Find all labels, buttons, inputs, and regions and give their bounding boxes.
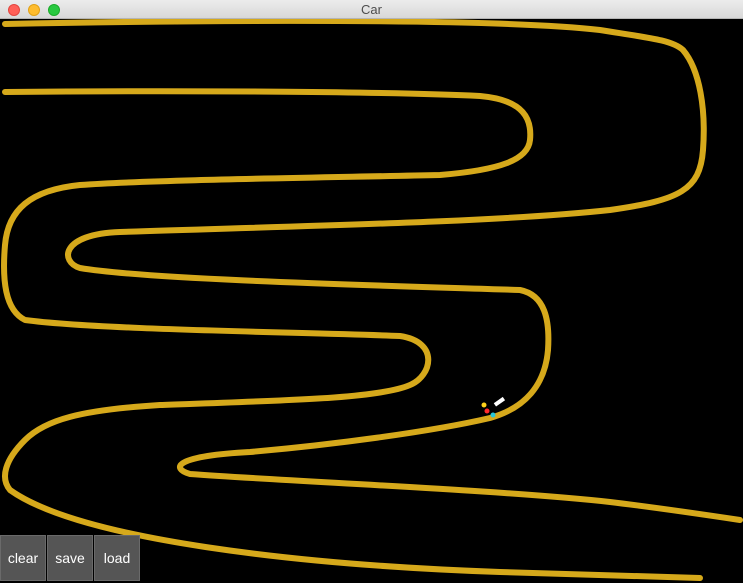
track-canvas-svg[interactable]: [0, 19, 743, 583]
button-bar: clear save load: [0, 535, 141, 583]
title-bar: Car: [0, 0, 743, 19]
sensor-dot-yellow-icon: [481, 402, 487, 408]
sensor-dot-red-icon: [484, 408, 490, 414]
clear-button[interactable]: clear: [0, 535, 46, 581]
window-title: Car: [361, 2, 382, 17]
track-line: [1, 88, 703, 581]
car-icon: [493, 396, 506, 407]
save-button[interactable]: save: [47, 535, 93, 581]
load-button[interactable]: load: [94, 535, 140, 581]
sensor-dot-cyan-icon: [490, 412, 496, 418]
app-window: Car clear save load: [0, 0, 743, 583]
drawing-canvas[interactable]: [0, 19, 743, 583]
